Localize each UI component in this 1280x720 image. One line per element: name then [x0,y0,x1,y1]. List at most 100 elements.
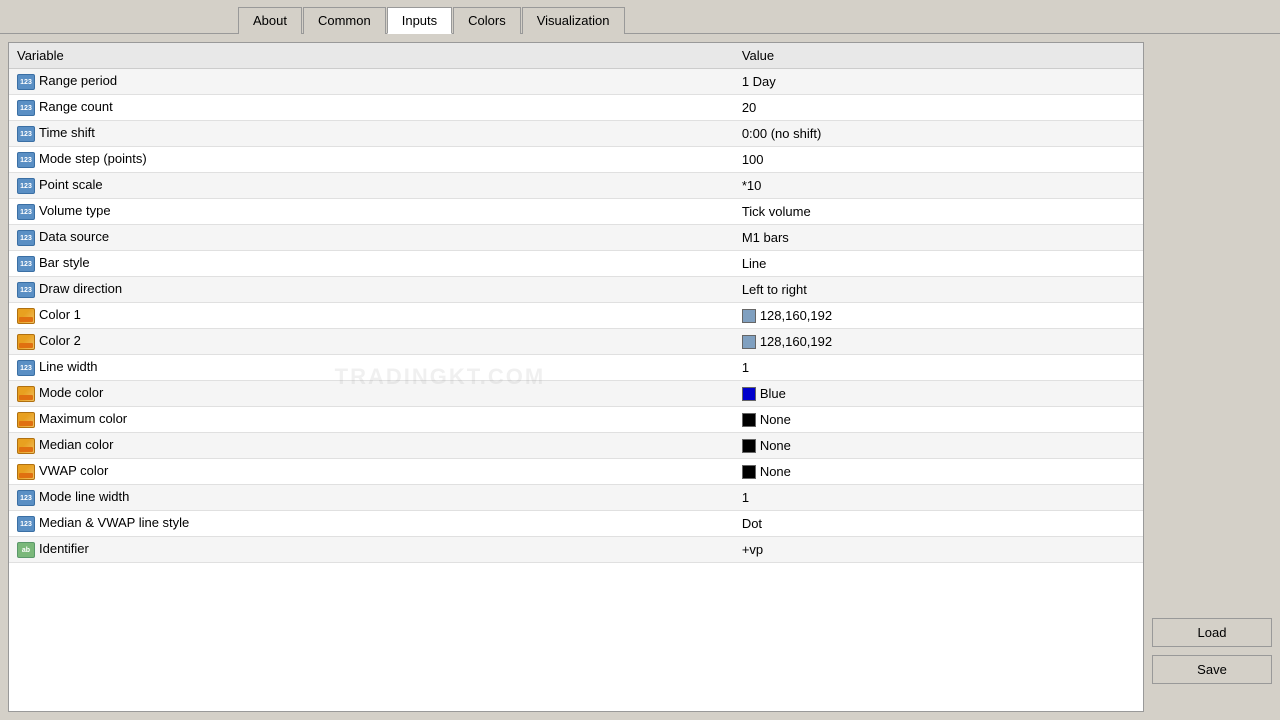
value-text: None [760,412,791,427]
tab-about[interactable]: About [238,7,302,34]
value-text: None [760,464,791,479]
table-row: VWAP color None [9,459,1143,485]
table-row: 123Point scale *10 [9,173,1143,199]
value-cell[interactable]: 1 [734,485,1143,511]
value-cell[interactable]: Tick volume [734,199,1143,225]
color-swatch [742,335,756,349]
value-cell[interactable]: 0:00 (no shift) [734,121,1143,147]
variable-name: Maximum color [39,411,127,426]
color-icon [17,464,35,480]
value-text: 20 [742,100,756,115]
variable-cell: 123Range period [9,69,734,95]
variable-name: Range period [39,73,117,88]
table-row: 123 Line width 1 [9,355,1143,381]
variable-name: Mode step (points) [39,151,147,166]
variable-name: Color 2 [39,333,81,348]
numeric-icon: 123 [17,490,35,506]
table-row: 123 Mode step (points) 100 [9,147,1143,173]
variable-cell: 123 Line width [9,355,734,381]
value-cell[interactable]: 100 [734,147,1143,173]
value-text: 1 [742,360,749,375]
variable-cell: abIdentifier [9,537,734,563]
value-text: 100 [742,152,764,167]
value-cell[interactable]: M1 bars [734,225,1143,251]
variable-name: Median & VWAP line style [39,515,189,530]
table-row: 123Time shift0:00 (no shift) [9,121,1143,147]
numeric-icon: 123 [17,516,35,532]
color-icon [17,412,35,428]
value-cell[interactable]: 1 [734,355,1143,381]
col-variable: Variable [9,43,734,69]
table-row: Color 2 128,160,192 [9,329,1143,355]
value-text: None [760,438,791,453]
variables-table: Variable Value 123Range period1 Day123Ra… [9,43,1143,563]
tab-colors[interactable]: Colors [453,7,521,34]
value-text: 0:00 (no shift) [742,126,822,141]
table-row: 123Range period 1 Day [9,69,1143,95]
save-button[interactable]: Save [1152,655,1272,684]
value-text: *10 [742,178,762,193]
tab-inputs[interactable]: Inputs [387,7,452,34]
load-button[interactable]: Load [1152,618,1272,647]
variable-cell: 123 Median & VWAP line style [9,511,734,537]
variable-cell: Mode color [9,381,734,407]
variable-cell: 123Volume type [9,199,734,225]
variable-cell: 123Point scale [9,173,734,199]
variable-name: Mode line width [39,489,129,504]
numeric-icon: 123 [17,256,35,272]
value-cell[interactable]: None [734,459,1143,485]
tab-common[interactable]: Common [303,7,386,34]
value-text: 1 Day [742,74,776,89]
value-cell[interactable]: 128,160,192 [734,329,1143,355]
value-cell[interactable]: Blue [734,381,1143,407]
value-text: Line [742,256,767,271]
variable-cell: Maximum color [9,407,734,433]
table-row: Color 1 128,160,192 [9,303,1143,329]
color-swatch [742,465,756,479]
value-text: 1 [742,490,749,505]
value-cell[interactable]: Left to right [734,277,1143,303]
numeric-icon: 123 [17,282,35,298]
value-cell[interactable]: *10 [734,173,1143,199]
variable-cell: Color 1 [9,303,734,329]
value-cell[interactable]: None [734,433,1143,459]
numeric-icon: 123 [17,100,35,116]
color-icon [17,308,35,324]
variable-name: Volume type [39,203,111,218]
value-cell[interactable]: 128,160,192 [734,303,1143,329]
numeric-icon: 123 [17,360,35,376]
tab-bar: AboutCommonInputsColorsVisualization [0,0,1280,34]
variable-name: Line width [39,359,98,374]
variable-name: VWAP color [39,463,108,478]
variable-cell: 123Draw direction [9,277,734,303]
table-container: Variable Value 123Range period1 Day123Ra… [9,43,1143,711]
value-cell[interactable]: 20 [734,95,1143,121]
text-icon: ab [17,542,35,558]
value-cell[interactable]: +vp [734,537,1143,563]
table-row: Median color None [9,433,1143,459]
table-row: 123 Bar style Line [9,251,1143,277]
value-text: M1 bars [742,230,789,245]
variable-cell: VWAP color [9,459,734,485]
variable-name: Point scale [39,177,103,192]
window: AboutCommonInputsColorsVisualization TRA… [0,0,1280,720]
value-text: Left to right [742,282,807,297]
variable-cell: 123 Mode line width [9,485,734,511]
variable-cell: 123Data source [9,225,734,251]
variable-name: Data source [39,229,109,244]
value-text: Dot [742,516,762,531]
value-cell[interactable]: Dot [734,511,1143,537]
variable-name: Bar style [39,255,90,270]
table-row: 123 Mode line width 1 [9,485,1143,511]
variable-name: Time shift [39,125,95,140]
value-cell[interactable]: Line [734,251,1143,277]
value-cell[interactable]: 1 Day [734,69,1143,95]
variable-cell: Median color [9,433,734,459]
value-cell[interactable]: None [734,407,1143,433]
variable-name: Median color [39,437,113,452]
numeric-icon: 123 [17,152,35,168]
color-icon [17,386,35,402]
variable-name: Color 1 [39,307,81,322]
tab-visualization[interactable]: Visualization [522,7,625,34]
value-text: +vp [742,542,763,557]
